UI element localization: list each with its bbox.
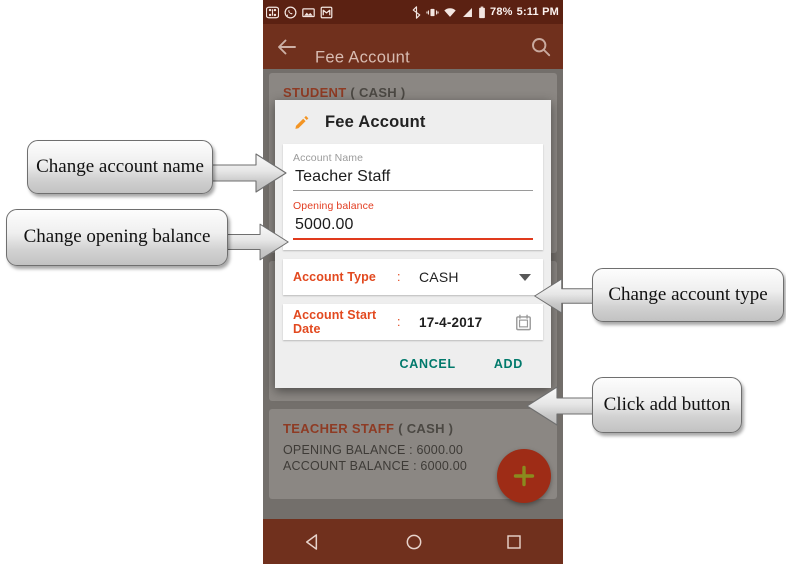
chevron-down-icon[interactable] [519,273,531,281]
callout-text: Click add button [603,393,731,415]
account-name-label: Account Name [293,152,364,164]
account-type-row[interactable]: Account Type : CASH [283,259,543,295]
dialog-title: Fee Account [325,112,426,131]
callout-text: Change account name [36,155,204,177]
screenshot-image-icon [302,7,315,17]
account-type-label: Account Type [293,270,376,284]
add-account-fab[interactable] [497,449,551,503]
account-name-text: TEACHER STAFF [283,421,395,436]
account-type-text: ( CASH ) [398,421,454,436]
back-arrow-icon[interactable] [275,35,299,59]
account-start-date-row[interactable]: Account Start Date : 17-4-2017 [283,304,543,340]
account-type-value: CASH [419,269,459,285]
status-bar: 78% 5:11 PM [263,0,563,24]
callout-change-account-type: Change account type [592,268,784,322]
account-name-input[interactable]: Teacher Staff [293,164,533,190]
account-start-date-colon: : [397,315,401,329]
nav-home-circle-icon[interactable] [404,532,424,552]
fee-account-dialog: Fee Account Account Name Teacher Staff O… [275,100,551,388]
field-spacer [293,191,533,200]
clock-time: 5:11 PM [516,6,559,18]
status-bar-notification-icons [266,0,333,24]
page-title: Fee Account [315,48,411,67]
app-bar: Fee Account [263,24,563,69]
phone-screen: 78% 5:11 PM Fee Account STUDENT ( CASH ) [263,0,563,564]
system-navigation-bar [263,519,563,564]
add-plus-icon [513,465,535,487]
opening-balance-text: OPENING BALANCE : 6000.00 [283,443,464,457]
whatsapp-icon [284,6,297,18]
account-start-date-value: 17-4-2017 [419,314,483,330]
pencil-edit-icon [295,115,309,129]
account-start-date-label: Account Start Date [293,308,377,336]
dialog-actions: CANCEL ADD [275,340,551,388]
callout-text: Change opening balance [23,226,211,248]
search-icon[interactable] [529,35,553,59]
wifi-icon [444,7,456,17]
callout-text: Change account type [608,283,768,305]
account-balance-text: ACCOUNT BALANCE : 6000.00 [283,459,468,473]
opening-balance-input[interactable]: 5000.00 [293,212,533,238]
battery-percent: 78% [490,6,513,18]
cancel-button[interactable]: CANCEL [394,356,462,372]
callout-arrow-1 [210,153,287,193]
opening-balance-underline [293,238,533,240]
battery-icon [479,6,485,18]
callout-change-opening-balance: Change opening balance [6,209,228,266]
add-button[interactable]: ADD [488,356,529,372]
account-card-title: STUDENT ( CASH ) [283,85,406,100]
callout-change-account-name: Change account name [27,140,213,194]
gmail-icon [320,6,333,18]
nav-back-triangle-icon[interactable] [303,532,323,552]
bluetooth-icon [412,5,421,19]
apps-grid-icon [266,6,279,18]
signal-icon [463,7,472,17]
nav-recents-square-icon[interactable] [505,533,523,551]
account-type-text: ( CASH ) [350,85,406,100]
dialog-header: Fee Account [275,100,551,144]
vibrate-icon [426,8,439,16]
opening-balance-label: Opening balance [293,200,374,212]
account-name-text: STUDENT [283,85,347,100]
callout-click-add-button: Click add button [592,377,742,433]
account-card-title: TEACHER STAFF ( CASH ) [283,421,453,436]
fields-card: Account Name Teacher Staff Opening balan… [283,144,543,250]
calendar-icon[interactable] [514,313,533,332]
status-bar-system-icons: 78% 5:11 PM [411,0,559,24]
account-type-colon: : [397,270,401,284]
